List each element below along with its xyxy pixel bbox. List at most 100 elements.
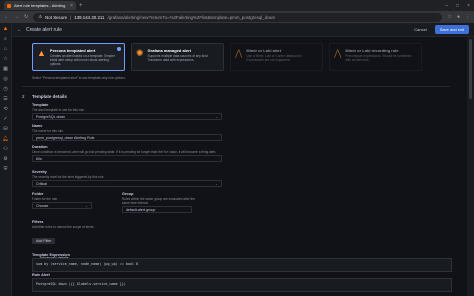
filters-label: Filters bbox=[32, 220, 44, 224]
filters-field: Filters Add filter rules to narrow the s… bbox=[32, 220, 94, 247]
template-desc: The alert template to use for this rule. bbox=[32, 108, 85, 112]
section-divider bbox=[22, 86, 450, 87]
window-controls: – □ × bbox=[445, 3, 474, 9]
group-desc: Rules within the same group are evaluate… bbox=[122, 197, 196, 205]
rule-alert-field: Rule Alert PostgreSQL down ({{ $labels.s… bbox=[32, 273, 452, 292]
browser-tabbar: Alert rule templates - Alerting × + – □ … bbox=[0, 0, 474, 11]
page-header: ← Create alert rule Cancel Save and exit bbox=[12, 23, 474, 37]
mimir-icon: ⋀ bbox=[235, 48, 243, 58]
not-secure-label: Not Secure bbox=[45, 14, 68, 20]
query-analytics-icon[interactable]: ◷ bbox=[3, 86, 9, 92]
tab-close-icon[interactable]: × bbox=[70, 3, 73, 9]
home-icon[interactable]: ⌂ bbox=[3, 46, 9, 52]
dashboards-icon[interactable]: ▦ bbox=[3, 66, 9, 72]
name-label: Name bbox=[32, 124, 43, 128]
reload-icon[interactable]: ↻ bbox=[24, 14, 28, 20]
grafana-icon: ✺ bbox=[136, 48, 144, 58]
filters-desc: Add filter rules to narrow the scope of … bbox=[32, 225, 95, 229]
percona-logo-icon[interactable]: ▲ bbox=[3, 26, 9, 32]
explore-icon[interactable]: ◎ bbox=[3, 76, 9, 82]
template-select[interactable]: PostgreSQL down ⌄ bbox=[32, 113, 222, 120]
back-arrow-icon[interactable]: ← bbox=[17, 27, 22, 33]
duration-input[interactable]: 60s bbox=[32, 155, 222, 162]
severity-label: Severity bbox=[32, 170, 47, 174]
rule-type-title: Mimir or Loki alert bbox=[246, 48, 282, 53]
group-field: Group Rules within the same group are ev… bbox=[122, 192, 202, 213]
inventory-icon[interactable]: ☰ bbox=[3, 96, 9, 102]
duration-desc: Once condition is breached, alert will g… bbox=[32, 150, 217, 154]
page-title: Create alert rule bbox=[26, 26, 62, 33]
minimize-button[interactable]: – bbox=[445, 3, 448, 9]
add-filter-button[interactable]: Add Filter bbox=[32, 238, 56, 244]
rule-type-desc: Creates an alert based on a template. Si… bbox=[49, 54, 115, 66]
rule-type-grafana-managed[interactable]: ✺ Grafana managed alert Supports multipl… bbox=[131, 43, 224, 71]
rule-alert-editor[interactable]: PostgreSQL down ({{ $labels.service_name… bbox=[32, 278, 452, 292]
group-label: Group bbox=[122, 192, 134, 196]
severity-value: Critical bbox=[36, 182, 47, 186]
bookmark-star-icon[interactable]: ☆ bbox=[447, 14, 451, 20]
close-window-button[interactable]: × bbox=[467, 3, 470, 9]
name-input[interactable]: pmm_postgresql_down Alerting Rule bbox=[32, 134, 222, 141]
save-and-exit-button[interactable]: Save and exit bbox=[434, 25, 469, 34]
folder-group-row: Folder Folder for the rule Choose ⌄ Group… bbox=[32, 192, 202, 213]
page-scrollbar[interactable] bbox=[467, 37, 474, 296]
duration-label: Duration bbox=[32, 145, 48, 149]
rule-type-mimir-loki-recording[interactable]: ⋀ Mimir or Loki recording rule Precomput… bbox=[329, 43, 422, 71]
rule-type-title: Percona templated alert bbox=[49, 48, 96, 53]
rule-type-mimir-loki-alert[interactable]: ⋀ Mimir or Loki alert Use a Mimir, Loki … bbox=[230, 43, 323, 71]
forward-icon[interactable]: → bbox=[14, 14, 19, 20]
profile-icon[interactable]: ● bbox=[457, 14, 460, 20]
starred-icon[interactable]: ☆ bbox=[3, 56, 9, 62]
tab-title: Alert rule templates - Alerting bbox=[14, 3, 66, 8]
severity-desc: The severity level for the alert trigger… bbox=[32, 175, 105, 179]
config-gear-icon[interactable]: ⚙ bbox=[3, 156, 9, 162]
chevron-down-icon: ⌄ bbox=[84, 204, 88, 208]
admin-shield-icon[interactable]: ⛨ bbox=[3, 166, 9, 172]
severity-field: Severity The severity level for the aler… bbox=[32, 170, 222, 187]
rule-type-title: Mimir or Loki recording rule bbox=[345, 48, 399, 53]
backup-icon[interactable]: ⟲ bbox=[3, 106, 9, 112]
selected-check-icon bbox=[117, 47, 121, 51]
cancel-button[interactable]: Cancel bbox=[410, 26, 430, 33]
severity-select[interactable]: Critical ⌄ bbox=[32, 180, 222, 187]
template-field: Template The alert template to use for t… bbox=[32, 103, 222, 120]
url-path: /grafana/alerting/new?returnTo=%2Falerti… bbox=[107, 14, 276, 20]
rule-type-desc: Supports multiple data sources of any ki… bbox=[147, 54, 209, 62]
folder-field: Folder Folder for the rule Choose ⌄ bbox=[32, 192, 92, 213]
maximize-button[interactable]: □ bbox=[456, 3, 459, 9]
menu-kebab-icon[interactable]: ⋮ bbox=[465, 14, 470, 20]
mimir-icon: ⋀ bbox=[334, 48, 342, 58]
rule-type-desc: Use a Mimir, Loki or Cortex datasource. … bbox=[246, 54, 303, 62]
folder-select[interactable]: Choose ⌄ bbox=[32, 202, 92, 209]
group-input[interactable]: default-alert-group bbox=[122, 206, 192, 213]
folder-desc: Folder for the rule bbox=[32, 197, 58, 201]
search-icon[interactable]: ⌕ bbox=[3, 36, 9, 42]
name-desc: The name for this rule. bbox=[32, 129, 64, 133]
advisors-icon[interactable]: ✓ bbox=[3, 116, 9, 122]
fire-icon: ▲ bbox=[37, 48, 46, 58]
url-host: 139.144.20.211 bbox=[74, 14, 105, 20]
url-separator: | bbox=[70, 14, 72, 20]
rule-type-desc: Precompute expressions. Should be combin… bbox=[345, 54, 412, 62]
section-title: Template details bbox=[32, 94, 67, 99]
template-expression-editor[interactable]: sum by (service_name, node_name) (pg_up)… bbox=[32, 258, 452, 272]
scrollbar-thumb[interactable] bbox=[469, 39, 472, 99]
alerting-bell-icon[interactable]: 🔔︎ bbox=[3, 136, 9, 142]
template-expression-label: Template Expression bbox=[32, 253, 70, 257]
template-label: Template bbox=[32, 103, 49, 107]
rule-type-percona-templated[interactable]: ▲ Percona templated alert Creates an ale… bbox=[32, 43, 125, 71]
chevron-down-icon: ⌄ bbox=[214, 115, 218, 119]
template-value: PostgreSQL down bbox=[36, 115, 66, 119]
new-tab-button[interactable]: + bbox=[79, 3, 83, 9]
chevron-down-icon: ⌄ bbox=[214, 182, 218, 186]
browser-toolbar: ← → ↻ ⚠ Not Secure | 139.144.20.211/graf… bbox=[0, 11, 474, 23]
not-secure-icon[interactable]: ⚠ bbox=[38, 14, 42, 20]
folder-label: Folder bbox=[32, 192, 44, 196]
rule-type-note: Select "Percona templated alert" to use … bbox=[32, 76, 126, 80]
duration-field: Duration Once condition is breached, ale… bbox=[32, 145, 252, 162]
address-bar[interactable]: ⚠ Not Secure | 139.144.20.211/grafana/al… bbox=[33, 12, 443, 22]
back-icon[interactable]: ← bbox=[4, 14, 9, 20]
users-icon[interactable]: ⚇ bbox=[3, 146, 9, 152]
database-icon[interactable]: ⛁ bbox=[3, 126, 9, 132]
browser-tab[interactable]: Alert rule templates - Alerting × bbox=[4, 1, 76, 10]
